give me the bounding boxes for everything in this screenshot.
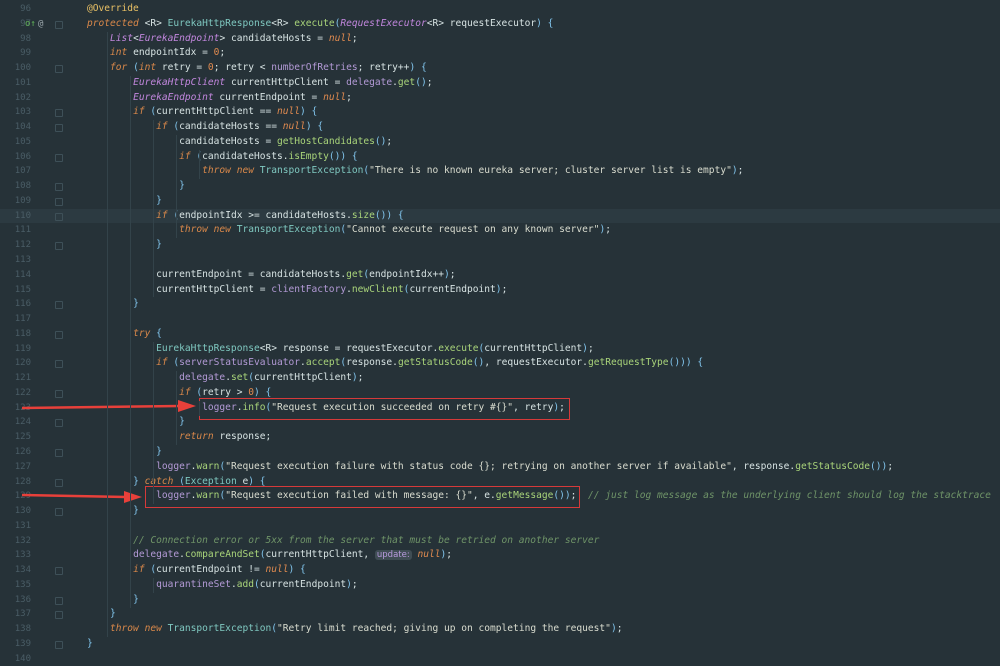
indent-guide [153, 120, 154, 298]
indent-guide [199, 149, 200, 180]
indent-guide [176, 134, 177, 239]
indent-guide [130, 75, 131, 608]
indent-guide [153, 578, 154, 593]
arrow-line-123 [21, 400, 196, 412]
indent-guide [176, 371, 177, 446]
indent-guide [153, 341, 154, 505]
indent-guide [107, 31, 108, 638]
indent-guide [199, 400, 200, 416]
arrow-line-129 [21, 491, 142, 503]
annotation-arrows [21, 400, 196, 503]
